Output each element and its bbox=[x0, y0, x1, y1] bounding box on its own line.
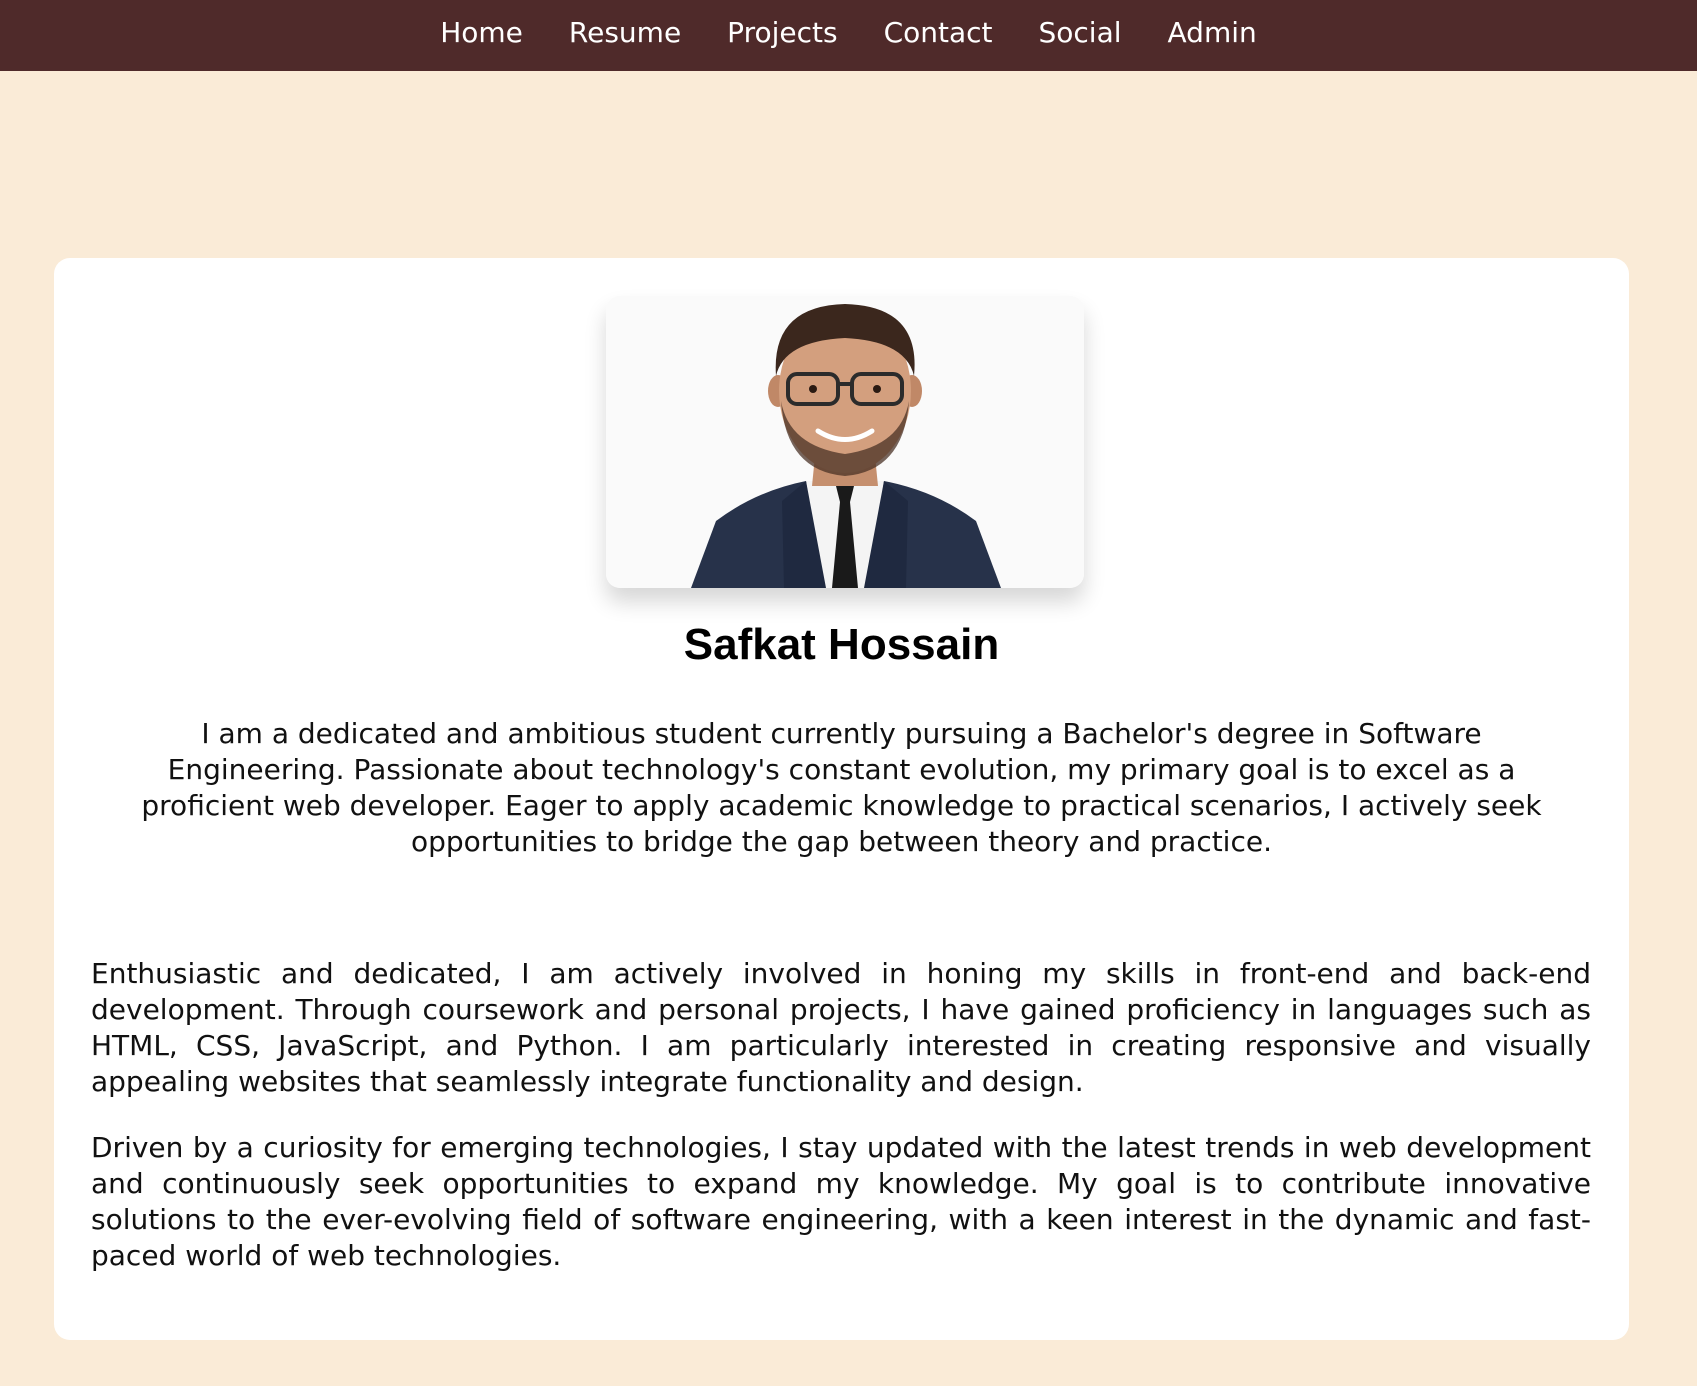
profile-name: Safkat Hossain bbox=[683, 620, 1000, 669]
profile-card: Safkat Hossain I am a dedicated and ambi… bbox=[54, 258, 1629, 1340]
profile-photo bbox=[606, 296, 1084, 588]
intro-paragraph: I am a dedicated and ambitious student c… bbox=[141, 717, 1542, 858]
nav-link-contact[interactable]: Contact bbox=[884, 16, 993, 55]
bio-paragraph-skills: Enthusiastic and dedicated, I am activel… bbox=[91, 957, 1591, 1098]
nav-link-resume[interactable]: Resume bbox=[569, 16, 681, 55]
nav-link-projects[interactable]: Projects bbox=[727, 16, 837, 55]
nav-link-social[interactable]: Social bbox=[1039, 16, 1122, 55]
nav-link-admin[interactable]: Admin bbox=[1168, 16, 1257, 55]
bio-paragraph-goals: Driven by a curiosity for emerging techn… bbox=[91, 1131, 1591, 1272]
nav-link-home[interactable]: Home bbox=[440, 16, 523, 55]
top-navbar: Home Resume Projects Contact Social Admi… bbox=[0, 0, 1697, 71]
